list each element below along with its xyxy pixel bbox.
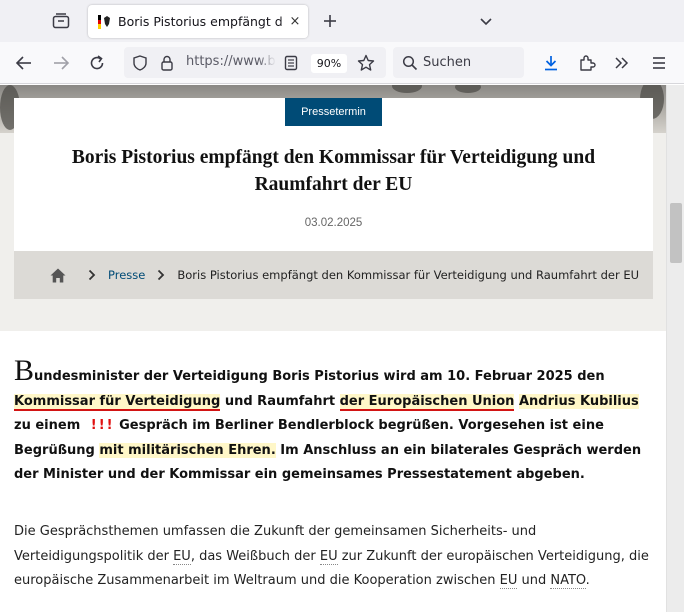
search-placeholder: Suchen bbox=[423, 55, 472, 70]
shield-icon[interactable] bbox=[131, 54, 149, 72]
article-header-card: Pressetermin Boris Pistorius empfängt de… bbox=[14, 98, 653, 251]
home-icon[interactable] bbox=[50, 267, 66, 283]
zoom-level-badge[interactable]: 90% bbox=[311, 54, 347, 73]
exclamation-marks: !!! bbox=[90, 418, 115, 433]
scrollbar[interactable] bbox=[666, 85, 684, 612]
article-body: Bundesminister der Verteidigung Boris Pi… bbox=[0, 331, 666, 612]
plus-icon[interactable] bbox=[318, 9, 342, 33]
eagle-favicon-icon bbox=[97, 14, 113, 30]
body-paragraph: Die Gesprächsthemen umfassen die Zukunft… bbox=[14, 524, 649, 589]
tab-title: Boris Pistorius empfängt den Kommissar f… bbox=[118, 14, 306, 29]
hamburger-menu-icon[interactable] bbox=[646, 51, 672, 75]
download-icon[interactable] bbox=[538, 51, 564, 75]
press-date-badge: Pressetermin bbox=[285, 98, 382, 126]
close-tab-icon[interactable]: × bbox=[282, 5, 308, 38]
navigation-toolbar: https://www.bmvg.de 90% Suchen bbox=[0, 42, 684, 84]
tab-bar: Boris Pistorius empfängt den Kommissar f… bbox=[0, 0, 684, 42]
chevron-down-icon[interactable] bbox=[474, 9, 498, 33]
abbr-eu[interactable]: EU bbox=[499, 573, 518, 589]
abbr-eu[interactable]: EU bbox=[319, 548, 338, 565]
breadcrumb: Presse Boris Pistorius empfängt den Komm… bbox=[14, 251, 653, 299]
chevron-right-icon bbox=[155, 269, 167, 281]
page-viewport: Pressetermin Boris Pistorius empfängt de… bbox=[0, 85, 684, 612]
back-arrow-icon[interactable] bbox=[11, 51, 37, 75]
breadcrumb-current: Boris Pistorius empfängt den Kommissar f… bbox=[177, 268, 640, 282]
page-title: Boris Pistorius empfängt den Kommissar f… bbox=[71, 147, 596, 195]
highlight-kubilius: Andrius Kubilius bbox=[518, 393, 639, 409]
highlight-kommissar: Kommissar für Verteidigung bbox=[14, 393, 221, 411]
overflow-chevrons-icon[interactable] bbox=[609, 51, 635, 75]
drop-cap: B bbox=[14, 354, 35, 387]
scrollbar-thumb[interactable] bbox=[670, 203, 682, 263]
chevron-right-icon bbox=[86, 269, 98, 281]
star-icon[interactable] bbox=[357, 54, 375, 72]
reader-view-icon[interactable] bbox=[282, 54, 300, 72]
abbr-nato[interactable]: NATO bbox=[550, 573, 586, 589]
search-icon bbox=[401, 54, 419, 72]
lock-icon[interactable] bbox=[158, 54, 176, 72]
highlight-eu: der Europäischen Union bbox=[339, 393, 515, 411]
abbr-eu[interactable]: EU bbox=[173, 548, 191, 565]
forward-arrow-icon[interactable] bbox=[48, 51, 74, 75]
search-bar[interactable]: Suchen bbox=[393, 47, 524, 78]
active-tab[interactable]: Boris Pistorius empfängt den Kommissar f… bbox=[88, 5, 308, 38]
tab-list-icon[interactable] bbox=[49, 10, 73, 32]
extensions-icon[interactable] bbox=[574, 51, 600, 75]
reload-icon[interactable] bbox=[84, 51, 110, 75]
article-date: 03.02.2025 bbox=[304, 217, 363, 229]
url-bar[interactable]: https://www.bmvg.de 90% bbox=[124, 47, 386, 78]
breadcrumb-link-presse[interactable]: Presse bbox=[108, 268, 145, 282]
highlight-ehren: mit militärischen Ehren. bbox=[99, 442, 276, 458]
url-text[interactable]: https://www.bmvg.de bbox=[186, 54, 276, 69]
lead-paragraph: Bundesminister der Verteidigung Boris Pi… bbox=[14, 354, 642, 482]
